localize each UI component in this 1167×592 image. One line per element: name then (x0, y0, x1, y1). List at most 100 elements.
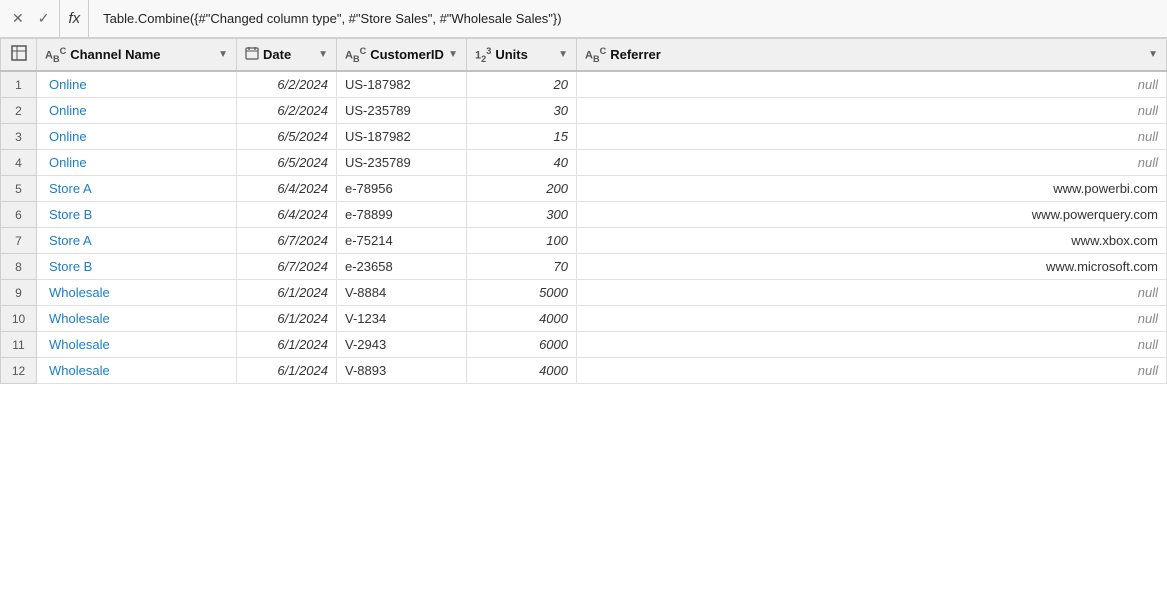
row-number: 9 (1, 280, 37, 306)
row-number: 8 (1, 254, 37, 280)
customer-dropdown[interactable]: ▼ (448, 49, 458, 60)
cell-units: 100 (467, 228, 577, 254)
table-row: 10Wholesale6/1/2024V-12344000null (1, 306, 1167, 332)
cell-date: 6/4/2024 (237, 176, 337, 202)
units-col-label: Units (495, 47, 554, 62)
cell-date: 6/7/2024 (237, 228, 337, 254)
cell-units: 200 (467, 176, 577, 202)
cell-units: 5000 (467, 280, 577, 306)
cell-units: 70 (467, 254, 577, 280)
cell-customer: V-8893 (337, 358, 467, 384)
row-number: 11 (1, 332, 37, 358)
cell-referrer: www.powerquery.com (577, 202, 1167, 228)
row-number: 7 (1, 228, 37, 254)
cell-customer: e-78899 (337, 202, 467, 228)
date-type-icon (245, 46, 259, 63)
cell-channel: Store B (37, 202, 237, 228)
cell-units: 15 (467, 124, 577, 150)
cell-channel: Wholesale (37, 306, 237, 332)
table-row: 2Online6/2/2024US-23578930null (1, 98, 1167, 124)
col-header-units: 123 Units ▼ (467, 39, 577, 72)
row-number: 2 (1, 98, 37, 124)
table-row: 5Store A6/4/2024e-78956200www.powerbi.co… (1, 176, 1167, 202)
cell-customer: e-23658 (337, 254, 467, 280)
cell-date: 6/1/2024 (237, 306, 337, 332)
row-number: 3 (1, 124, 37, 150)
table-row: 7Store A6/7/2024e-75214100www.xbox.com (1, 228, 1167, 254)
date-col-label: Date (263, 47, 314, 62)
cell-channel: Wholesale (37, 332, 237, 358)
cell-channel: Wholesale (37, 280, 237, 306)
cell-referrer: null (577, 306, 1167, 332)
fx-label: fx (59, 0, 89, 37)
table-container: ABC Channel Name ▼ (0, 38, 1167, 592)
table-row: 9Wholesale6/1/2024V-88845000null (1, 280, 1167, 306)
table-row: 4Online6/5/2024US-23578940null (1, 150, 1167, 176)
cell-channel: Online (37, 98, 237, 124)
customer-col-label: CustomerID (370, 47, 444, 62)
cell-date: 6/5/2024 (237, 150, 337, 176)
table-row: 12Wholesale6/1/2024V-88934000null (1, 358, 1167, 384)
cell-customer: US-235789 (337, 98, 467, 124)
cell-date: 6/2/2024 (237, 98, 337, 124)
channel-type-icon: ABC (45, 46, 66, 64)
cell-referrer: null (577, 358, 1167, 384)
referrer-type-icon: ABC (585, 46, 606, 64)
channel-col-label: Channel Name (70, 47, 214, 62)
date-dropdown[interactable]: ▼ (318, 49, 328, 60)
row-number: 12 (1, 358, 37, 384)
cell-customer: US-235789 (337, 150, 467, 176)
cell-units: 20 (467, 71, 577, 98)
data-table: ABC Channel Name ▼ (0, 38, 1167, 384)
row-number: 4 (1, 150, 37, 176)
cell-customer: e-75214 (337, 228, 467, 254)
cell-referrer: null (577, 150, 1167, 176)
table-row: 8Store B6/7/2024e-2365870www.microsoft.c… (1, 254, 1167, 280)
units-type-icon: 123 (475, 46, 491, 64)
cell-referrer: null (577, 332, 1167, 358)
cell-date: 6/1/2024 (237, 332, 337, 358)
cell-referrer: www.xbox.com (577, 228, 1167, 254)
col-header-customer: ABC CustomerID ▼ (337, 39, 467, 72)
channel-dropdown[interactable]: ▼ (218, 49, 228, 60)
cell-customer: US-187982 (337, 71, 467, 98)
col-header-date: Date ▼ (237, 39, 337, 72)
cell-date: 6/1/2024 (237, 358, 337, 384)
cell-units: 6000 (467, 332, 577, 358)
row-number: 6 (1, 202, 37, 228)
cell-channel: Online (37, 124, 237, 150)
table-header-row: ABC Channel Name ▼ (1, 39, 1167, 72)
row-number-header (1, 39, 37, 72)
cell-units: 300 (467, 202, 577, 228)
confirm-icon[interactable]: ✓ (34, 8, 54, 29)
cell-date: 6/5/2024 (237, 124, 337, 150)
cell-referrer: www.powerbi.com (577, 176, 1167, 202)
cell-date: 6/7/2024 (237, 254, 337, 280)
table-row: 11Wholesale6/1/2024V-29436000null (1, 332, 1167, 358)
cell-channel: Store A (37, 176, 237, 202)
cell-customer: e-78956 (337, 176, 467, 202)
customer-type-icon: ABC (345, 46, 366, 64)
row-number: 5 (1, 176, 37, 202)
row-number: 1 (1, 71, 37, 98)
cell-date: 6/1/2024 (237, 280, 337, 306)
formula-content[interactable]: Table.Combine({#"Changed column type", #… (95, 11, 1159, 26)
cell-referrer: null (577, 280, 1167, 306)
referrer-col-label: Referrer (610, 47, 1144, 62)
cell-channel: Online (37, 150, 237, 176)
row-number: 10 (1, 306, 37, 332)
table-row: 1Online6/2/2024US-18798220null (1, 71, 1167, 98)
cell-referrer: null (577, 98, 1167, 124)
cell-units: 30 (467, 98, 577, 124)
cell-customer: V-1234 (337, 306, 467, 332)
cell-date: 6/4/2024 (237, 202, 337, 228)
cell-channel: Store A (37, 228, 237, 254)
cancel-icon[interactable]: ✕ (8, 8, 28, 29)
referrer-dropdown[interactable]: ▼ (1148, 49, 1158, 60)
table-row: 3Online6/5/2024US-18798215null (1, 124, 1167, 150)
cell-referrer: null (577, 71, 1167, 98)
col-header-channel: ABC Channel Name ▼ (37, 39, 237, 72)
cell-channel: Online (37, 71, 237, 98)
table-row: 6Store B6/4/2024e-78899300www.powerquery… (1, 202, 1167, 228)
units-dropdown[interactable]: ▼ (558, 49, 568, 60)
